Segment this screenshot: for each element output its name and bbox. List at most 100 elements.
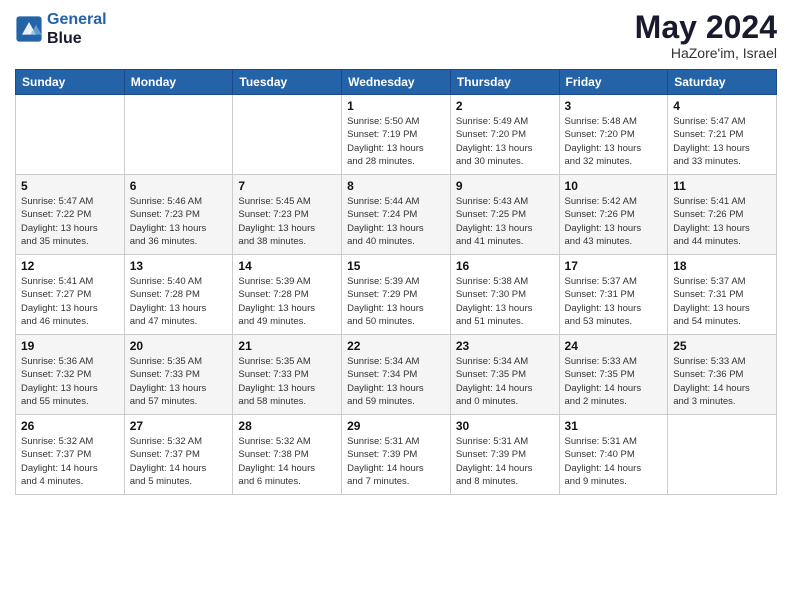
day-number: 14 bbox=[238, 259, 336, 273]
day-info: Sunrise: 5:31 AMSunset: 7:39 PMDaylight:… bbox=[456, 435, 554, 488]
day-info-line: Daylight: 13 hours bbox=[673, 302, 771, 315]
calendar-cell: 23Sunrise: 5:34 AMSunset: 7:35 PMDayligh… bbox=[450, 335, 559, 415]
calendar-cell bbox=[124, 95, 233, 175]
day-info-line: and 33 minutes. bbox=[673, 155, 771, 168]
day-info-line: and 2 minutes. bbox=[565, 395, 663, 408]
day-number: 17 bbox=[565, 259, 663, 273]
day-info-line: Sunrise: 5:35 AM bbox=[130, 355, 228, 368]
day-info: Sunrise: 5:32 AMSunset: 7:37 PMDaylight:… bbox=[21, 435, 119, 488]
day-info: Sunrise: 5:35 AMSunset: 7:33 PMDaylight:… bbox=[238, 355, 336, 408]
day-info-line: Sunset: 7:33 PM bbox=[130, 368, 228, 381]
calendar-week-row: 5Sunrise: 5:47 AMSunset: 7:22 PMDaylight… bbox=[16, 175, 777, 255]
day-info: Sunrise: 5:42 AMSunset: 7:26 PMDaylight:… bbox=[565, 195, 663, 248]
day-info-line: Daylight: 14 hours bbox=[130, 462, 228, 475]
day-info-line: and 7 minutes. bbox=[347, 475, 445, 488]
day-info-line: and 57 minutes. bbox=[130, 395, 228, 408]
day-info: Sunrise: 5:44 AMSunset: 7:24 PMDaylight:… bbox=[347, 195, 445, 248]
day-info-line: Daylight: 14 hours bbox=[456, 462, 554, 475]
day-info-line: Sunrise: 5:37 AM bbox=[673, 275, 771, 288]
day-info-line: and 50 minutes. bbox=[347, 315, 445, 328]
day-info-line: and 41 minutes. bbox=[456, 235, 554, 248]
day-info: Sunrise: 5:38 AMSunset: 7:30 PMDaylight:… bbox=[456, 275, 554, 328]
calendar-cell: 6Sunrise: 5:46 AMSunset: 7:23 PMDaylight… bbox=[124, 175, 233, 255]
day-number: 25 bbox=[673, 339, 771, 353]
day-info-line: Sunrise: 5:31 AM bbox=[347, 435, 445, 448]
day-info-line: Sunset: 7:28 PM bbox=[238, 288, 336, 301]
calendar-cell: 7Sunrise: 5:45 AMSunset: 7:23 PMDaylight… bbox=[233, 175, 342, 255]
day-number: 23 bbox=[456, 339, 554, 353]
day-info: Sunrise: 5:31 AMSunset: 7:40 PMDaylight:… bbox=[565, 435, 663, 488]
day-info-line: Sunset: 7:32 PM bbox=[21, 368, 119, 381]
day-info-line: Daylight: 13 hours bbox=[456, 222, 554, 235]
month-title: May 2024 bbox=[635, 10, 777, 45]
day-info-line: and 36 minutes. bbox=[130, 235, 228, 248]
calendar-cell bbox=[16, 95, 125, 175]
day-info-line: Sunset: 7:20 PM bbox=[565, 128, 663, 141]
day-info: Sunrise: 5:33 AMSunset: 7:36 PMDaylight:… bbox=[673, 355, 771, 408]
day-info: Sunrise: 5:40 AMSunset: 7:28 PMDaylight:… bbox=[130, 275, 228, 328]
day-info-line: Sunrise: 5:32 AM bbox=[238, 435, 336, 448]
day-info-line: Sunrise: 5:37 AM bbox=[565, 275, 663, 288]
calendar-cell bbox=[233, 95, 342, 175]
day-info-line: and 35 minutes. bbox=[21, 235, 119, 248]
day-info-line: Daylight: 13 hours bbox=[130, 222, 228, 235]
day-info-line: Sunrise: 5:41 AM bbox=[673, 195, 771, 208]
calendar-cell: 11Sunrise: 5:41 AMSunset: 7:26 PMDayligh… bbox=[668, 175, 777, 255]
location-subtitle: HaZore'im, Israel bbox=[635, 45, 777, 61]
header: General Blue May 2024 HaZore'im, Israel bbox=[15, 10, 777, 61]
day-info: Sunrise: 5:35 AMSunset: 7:33 PMDaylight:… bbox=[130, 355, 228, 408]
day-info: Sunrise: 5:33 AMSunset: 7:35 PMDaylight:… bbox=[565, 355, 663, 408]
day-info-line: Sunset: 7:28 PM bbox=[130, 288, 228, 301]
day-info-line: Daylight: 13 hours bbox=[238, 222, 336, 235]
day-info-line: Daylight: 13 hours bbox=[347, 382, 445, 395]
day-info-line: and 38 minutes. bbox=[238, 235, 336, 248]
logo-line2: Blue bbox=[47, 29, 107, 48]
day-number: 20 bbox=[130, 339, 228, 353]
day-number: 10 bbox=[565, 179, 663, 193]
day-info-line: Sunset: 7:23 PM bbox=[130, 208, 228, 221]
day-info-line: Daylight: 13 hours bbox=[21, 302, 119, 315]
day-info-line: Sunset: 7:40 PM bbox=[565, 448, 663, 461]
day-number: 9 bbox=[456, 179, 554, 193]
day-info: Sunrise: 5:37 AMSunset: 7:31 PMDaylight:… bbox=[673, 275, 771, 328]
calendar-header-row: SundayMondayTuesdayWednesdayThursdayFrid… bbox=[16, 70, 777, 95]
day-info-line: Daylight: 13 hours bbox=[347, 222, 445, 235]
calendar-cell: 15Sunrise: 5:39 AMSunset: 7:29 PMDayligh… bbox=[342, 255, 451, 335]
day-info-line: Sunset: 7:19 PM bbox=[347, 128, 445, 141]
day-info-line: Sunset: 7:31 PM bbox=[565, 288, 663, 301]
day-info-line: Sunset: 7:26 PM bbox=[673, 208, 771, 221]
day-info-line: and 8 minutes. bbox=[456, 475, 554, 488]
calendar-cell: 4Sunrise: 5:47 AMSunset: 7:21 PMDaylight… bbox=[668, 95, 777, 175]
day-info: Sunrise: 5:43 AMSunset: 7:25 PMDaylight:… bbox=[456, 195, 554, 248]
day-info-line: Daylight: 13 hours bbox=[565, 142, 663, 155]
calendar-cell: 22Sunrise: 5:34 AMSunset: 7:34 PMDayligh… bbox=[342, 335, 451, 415]
day-number: 21 bbox=[238, 339, 336, 353]
day-number: 7 bbox=[238, 179, 336, 193]
day-info-line: Daylight: 14 hours bbox=[347, 462, 445, 475]
day-info-line: Sunrise: 5:33 AM bbox=[565, 355, 663, 368]
day-info-line: Sunrise: 5:47 AM bbox=[673, 115, 771, 128]
day-info-line: and 40 minutes. bbox=[347, 235, 445, 248]
calendar-cell: 12Sunrise: 5:41 AMSunset: 7:27 PMDayligh… bbox=[16, 255, 125, 335]
day-info-line: Sunset: 7:37 PM bbox=[130, 448, 228, 461]
day-info-line: Sunset: 7:31 PM bbox=[673, 288, 771, 301]
day-info: Sunrise: 5:47 AMSunset: 7:21 PMDaylight:… bbox=[673, 115, 771, 168]
day-info: Sunrise: 5:39 AMSunset: 7:28 PMDaylight:… bbox=[238, 275, 336, 328]
day-info-line: and 44 minutes. bbox=[673, 235, 771, 248]
day-info-line: Sunrise: 5:31 AM bbox=[456, 435, 554, 448]
day-number: 19 bbox=[21, 339, 119, 353]
calendar-cell: 27Sunrise: 5:32 AMSunset: 7:37 PMDayligh… bbox=[124, 415, 233, 495]
day-info-line: Sunrise: 5:39 AM bbox=[347, 275, 445, 288]
day-number: 28 bbox=[238, 419, 336, 433]
calendar-cell bbox=[668, 415, 777, 495]
day-number: 24 bbox=[565, 339, 663, 353]
day-info-line: and 46 minutes. bbox=[21, 315, 119, 328]
day-info-line: Sunrise: 5:49 AM bbox=[456, 115, 554, 128]
calendar-cell: 1Sunrise: 5:50 AMSunset: 7:19 PMDaylight… bbox=[342, 95, 451, 175]
calendar-cell: 26Sunrise: 5:32 AMSunset: 7:37 PMDayligh… bbox=[16, 415, 125, 495]
day-number: 6 bbox=[130, 179, 228, 193]
day-info-line: Sunset: 7:23 PM bbox=[238, 208, 336, 221]
day-info-line: Daylight: 13 hours bbox=[21, 382, 119, 395]
day-info-line: Sunrise: 5:34 AM bbox=[456, 355, 554, 368]
day-info: Sunrise: 5:50 AMSunset: 7:19 PMDaylight:… bbox=[347, 115, 445, 168]
